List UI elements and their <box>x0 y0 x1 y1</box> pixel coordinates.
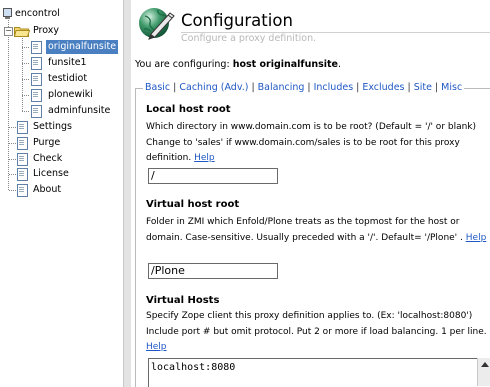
description-text: Specify Zope client this proxy definitio… <box>146 311 487 337</box>
folder-open-icon <box>13 25 31 37</box>
page-icon <box>31 89 42 102</box>
tree-item-plonewiki[interactable]: plonewiki <box>0 88 123 102</box>
configuring-target: host originalfunsite <box>232 59 338 70</box>
tree-item-label: originalfunsite <box>46 40 119 54</box>
local-host-root-description: Which directory in www.domain.com is to … <box>146 120 490 167</box>
tree-item-check[interactable]: Check <box>0 152 123 166</box>
tree-item-label: Settings <box>33 121 72 132</box>
tree-item-label: Purge <box>33 137 61 148</box>
tree-item-label: plonewiki <box>48 89 93 100</box>
page-subtitle: Configure a proxy definition. <box>181 33 317 44</box>
page-icon <box>17 168 28 181</box>
tree-item-label: funsite1 <box>48 57 87 68</box>
tree-item-funsite1[interactable]: funsite1 <box>0 56 123 70</box>
configuring-line: You are configuring: host originalfunsit… <box>135 59 341 70</box>
local-host-root-input[interactable] <box>148 168 278 184</box>
tree-item-license[interactable]: License <box>0 167 123 181</box>
virtual-hosts-description: Specify Zope client this proxy definitio… <box>146 309 490 356</box>
tree-item-originalfunsite[interactable]: originalfunsite <box>0 40 123 54</box>
virtual-hosts-help-link[interactable]: Help <box>146 342 167 352</box>
tree-item-purge[interactable]: Purge <box>0 136 123 150</box>
page-icon <box>31 41 42 54</box>
tree-item-label: Check <box>33 153 63 164</box>
virtual-hosts-textarea[interactable]: localhost:8080 <box>148 358 490 387</box>
main-content: Configuration Configure a proxy definiti… <box>131 0 490 387</box>
tree-item-label: Proxy <box>33 25 60 36</box>
tree-item-proxy[interactable]: − Proxy <box>0 24 123 38</box>
tree-item-label: testidiot <box>48 73 88 84</box>
page-icon <box>31 73 42 86</box>
globe-pencil-icon <box>137 4 177 42</box>
tree-item-adminfunsite[interactable]: adminfunsite <box>0 104 123 118</box>
page-icon <box>31 57 42 70</box>
configuring-prefix: You are configuring: <box>135 59 233 70</box>
settings-panel: Local host root Which directory in www.d… <box>135 89 490 387</box>
virtual-host-root-input[interactable] <box>148 263 278 279</box>
tree-item-testidiot[interactable]: testidiot <box>0 72 123 86</box>
page-icon <box>17 153 28 166</box>
configuring-suffix: . <box>338 59 342 70</box>
page-icon <box>31 105 42 118</box>
tree-root[interactable]: encontrol <box>0 7 123 21</box>
tree-item-label: adminfunsite <box>48 105 111 116</box>
tree-root-label: encontrol <box>15 8 60 19</box>
page-icon <box>17 137 28 150</box>
tree-item-label: About <box>33 184 62 195</box>
virtual-host-root-description: Folder in ZMI which Enfold/Plone treats … <box>146 215 490 246</box>
local-host-root-heading: Local host root <box>146 104 231 115</box>
page-icon <box>17 184 28 197</box>
page-title: Configuration <box>181 11 293 30</box>
description-text: Folder in ZMI which Enfold/Plone treats … <box>146 217 463 243</box>
tree-item-settings[interactable]: Settings <box>0 120 123 134</box>
local-host-root-help-link[interactable]: Help <box>194 153 215 163</box>
frame-divider[interactable] <box>124 0 131 387</box>
computer-icon <box>3 8 12 20</box>
virtual-host-root-heading: Virtual host root <box>146 199 240 210</box>
tree-item-about[interactable]: About <box>0 183 123 197</box>
virtual-host-root-help-link[interactable]: Help <box>466 233 487 243</box>
sidebar-tree: encontrol − Proxy originalfunsite funsit… <box>0 0 124 387</box>
collapse-toggle-icon[interactable]: − <box>4 27 13 36</box>
page-icon <box>17 121 28 134</box>
virtual-hosts-heading: Virtual Hosts <box>146 295 220 306</box>
textarea-scroll-up-icon[interactable] <box>477 358 490 386</box>
tree-item-label: License <box>33 168 69 179</box>
